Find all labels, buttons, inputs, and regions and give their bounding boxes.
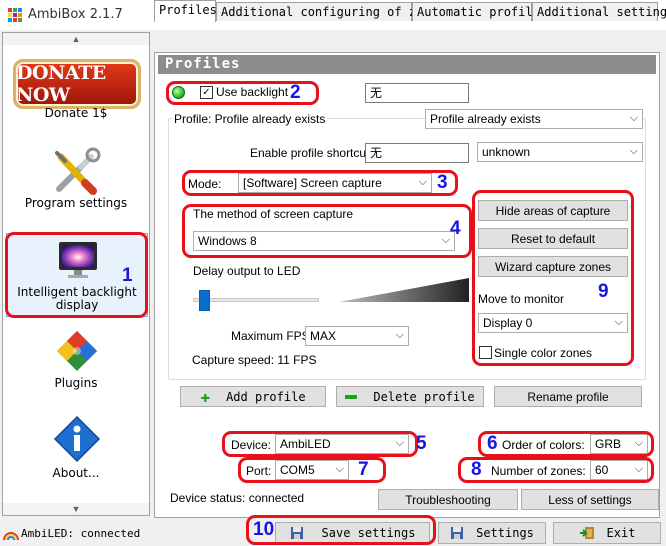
- annotation-number-6: 6: [487, 433, 498, 454]
- sidebar-item-label: Plugins: [54, 376, 98, 390]
- delay-slider-track[interactable]: [193, 298, 319, 302]
- annotation-number-8: 8: [471, 459, 482, 480]
- minus-icon: [345, 394, 358, 399]
- chevron-down-icon: ⌵: [395, 329, 404, 341]
- annotation-number-7: 7: [358, 459, 369, 480]
- sidebar-item-plugins[interactable]: Plugins: [7, 377, 145, 390]
- exit-door-icon: [579, 527, 594, 539]
- less-settings-button[interactable]: Less of settings: [521, 489, 659, 510]
- sidebar-item-program-settings[interactable]: Program settings: [7, 197, 145, 210]
- profile-name-field[interactable]: 无: [365, 83, 469, 103]
- rename-profile-button[interactable]: Rename profile: [494, 386, 642, 407]
- annotation-highlight-5: [222, 431, 418, 457]
- annotation-highlight-3: [182, 170, 458, 196]
- annotation-highlight-9: [472, 190, 634, 366]
- shortcut-key-select[interactable]: unknown ⌵: [477, 142, 643, 162]
- profile-group-label: Profile: Profile already exists: [172, 112, 328, 126]
- info-icon: [53, 415, 101, 463]
- delay-label: Delay output to LED: [193, 264, 301, 278]
- sidebar-item-label: Donate 1$: [44, 106, 108, 120]
- annotation-number-2: 2: [290, 82, 301, 103]
- rainbow-led-icon: [3, 532, 19, 541]
- annotation-number-4: 4: [450, 218, 461, 239]
- floppy-disk-icon: [451, 527, 464, 539]
- tab-additional-settings[interactable]: Additional settings: [532, 2, 666, 21]
- chevron-down-icon: ⌵: [629, 112, 638, 124]
- shortcut-field[interactable]: 无: [365, 143, 469, 163]
- plus-icon: ✚: [200, 387, 211, 406]
- annotation-highlight-10: [246, 515, 436, 545]
- ambibox-app-icon: [8, 8, 22, 22]
- tab-additional-zones[interactable]: Additional configuring of zones: [216, 2, 445, 21]
- annotation-highlight-6: [478, 431, 654, 457]
- sidebar-scroll-down-icon[interactable]: ▼: [3, 503, 149, 515]
- sidebar-item-donate[interactable]: Donate 1$: [7, 107, 145, 120]
- tab-automatic-profiles[interactable]: Automatic profiles: [412, 2, 547, 21]
- delete-profile-button[interactable]: Delete profile: [336, 386, 484, 407]
- sidebar-item-label: About...: [52, 466, 100, 480]
- max-fps-select[interactable]: MAX ⌵: [305, 326, 409, 346]
- profiles-header: Profiles: [158, 55, 656, 74]
- window-title: AmbiBox 2.1.7: [28, 7, 123, 22]
- max-fps-label: Maximum FPS: [231, 329, 310, 343]
- device-status-text: Device status: connected: [170, 491, 305, 505]
- delay-slider-handle[interactable]: [198, 290, 210, 311]
- delay-ramp-graphic: [339, 278, 469, 302]
- capture-speed-text: Capture speed: 11 FPS: [192, 353, 317, 367]
- settings-button[interactable]: Settings: [438, 522, 546, 544]
- tab-profiles[interactable]: Profiles: [154, 0, 217, 22]
- donate-logo[interactable]: DONATE NOW: [13, 59, 141, 109]
- annotation-highlight-8: [458, 457, 654, 483]
- plugins-puzzle-icon: [57, 331, 97, 371]
- sidebar-item-label: Program settings: [24, 196, 128, 210]
- troubleshooting-button[interactable]: Troubleshooting: [378, 489, 518, 510]
- annotation-number-1: 1: [122, 265, 133, 286]
- annotation-number-5: 5: [416, 433, 427, 454]
- chevron-down-icon: ⌵: [629, 145, 638, 157]
- shortcut-label: Enable profile shortcut:: [250, 146, 373, 160]
- connection-status-text: AmbiLED: connected: [21, 527, 141, 540]
- exit-button[interactable]: Exit: [553, 522, 661, 544]
- sidebar-scroll-up-icon[interactable]: ▲: [3, 33, 149, 45]
- tools-icon: [55, 147, 101, 195]
- profile-select[interactable]: Profile already exists ⌵: [425, 109, 643, 129]
- add-profile-button[interactable]: ✚ Add profile: [180, 386, 326, 407]
- annotation-highlight-4: [182, 204, 472, 258]
- annotation-number-10: 10: [253, 519, 275, 540]
- annotation-number-3: 3: [437, 172, 448, 193]
- annotation-number-9: 9: [598, 281, 609, 302]
- sidebar-item-about[interactable]: About...: [7, 467, 145, 480]
